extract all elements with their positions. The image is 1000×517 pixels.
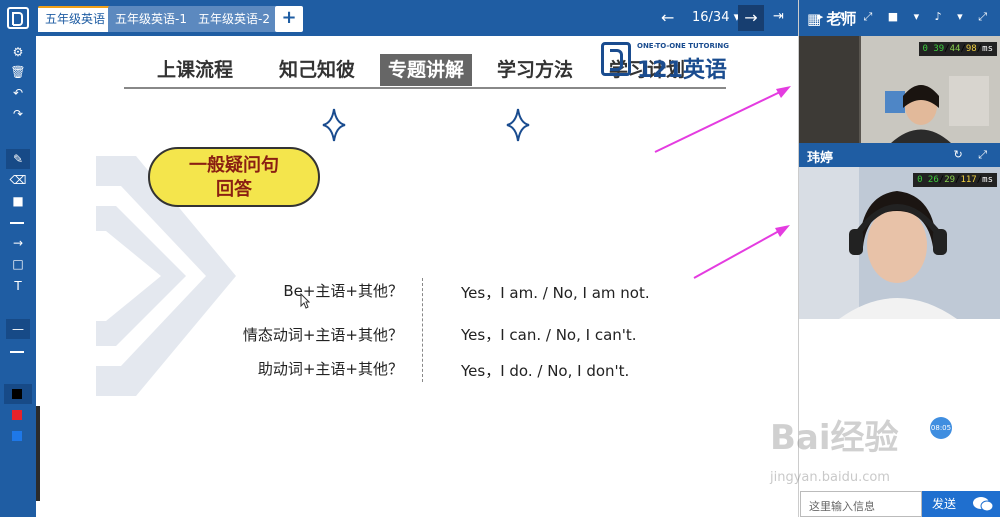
timer-badge: 08:05 (930, 417, 952, 439)
student-video[interactable]: 0 26/29/117/ms (799, 167, 1000, 319)
chat-bubble-icon (973, 497, 994, 512)
student-net-stats: 0 26/29/117/ms (913, 173, 997, 187)
baidu-watermark-url: jingyan.baidu.com (770, 470, 890, 485)
student-controls-icon[interactable]: ↻ ⤢ (953, 148, 993, 162)
teacher-controls-icon[interactable]: ▸ ↻ ⤢ ■ ▾ ♪ ▾ ⤢ (818, 10, 993, 24)
teacher-video-header: ▦ 老师 ▸ ↻ ⤢ ■ ▾ ♪ ▾ ⤢ (799, 0, 1000, 36)
baidu-watermark: Bai经验 (770, 418, 899, 458)
student-video-header: 玮婷 ↻ ⤢ (799, 143, 1000, 167)
student-title: 玮婷 (807, 151, 834, 166)
send-button[interactable]: 发送 (922, 491, 966, 517)
student-video-frame (799, 167, 1000, 319)
teacher-video[interactable]: 0 39/44/98/ms (799, 36, 1000, 143)
chat-input[interactable]: 这里输入信息 (800, 491, 922, 517)
teacher-net-stats: 0 39/44/98/ms (918, 42, 997, 56)
chat-bubble-button[interactable] (966, 491, 1000, 517)
